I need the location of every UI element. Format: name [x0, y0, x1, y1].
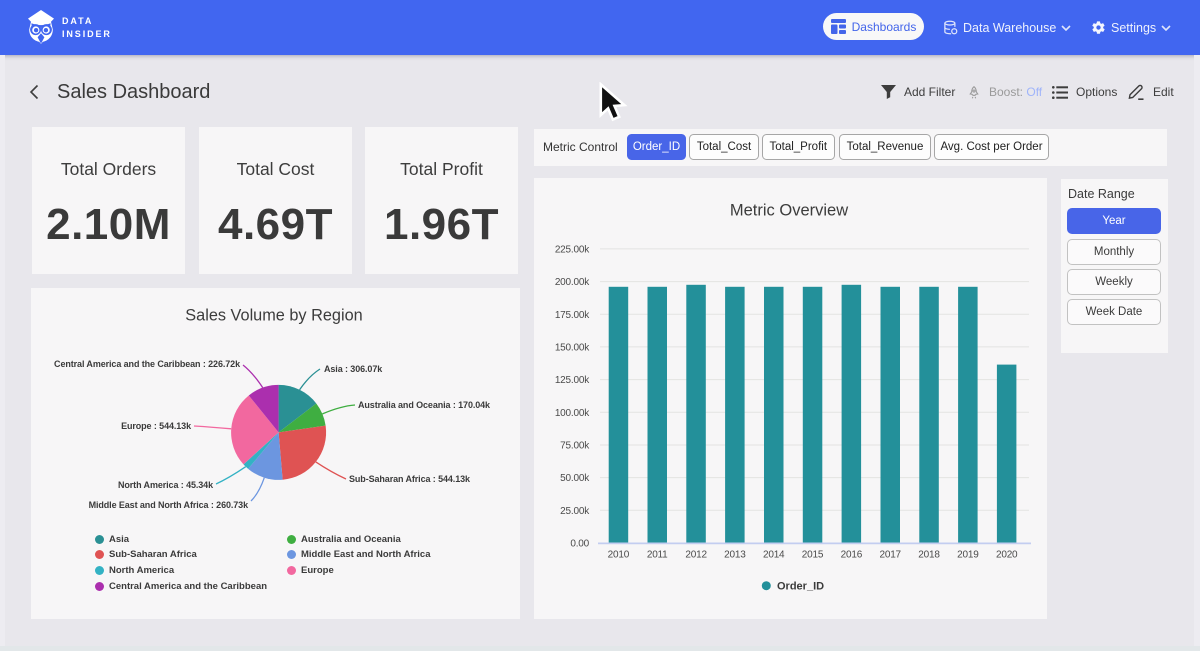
svg-text:2011: 2011 [647, 550, 668, 561]
svg-text:2012: 2012 [685, 550, 707, 561]
svg-text:150.00k: 150.00k [555, 343, 590, 354]
svg-text:2010: 2010 [608, 550, 630, 561]
svg-text:2020: 2020 [996, 550, 1018, 561]
svg-text:Order_ID: Order_ID [777, 581, 824, 593]
svg-text:175.00k: 175.00k [555, 310, 590, 321]
svg-text:2018: 2018 [918, 550, 940, 561]
svg-text:225.00k: 225.00k [555, 245, 590, 256]
svg-text:2019: 2019 [957, 550, 979, 561]
svg-text:Sales Volume by Region: Sales Volume by Region [185, 307, 362, 325]
svg-text:75.00k: 75.00k [560, 441, 590, 452]
svg-text:200.00k: 200.00k [555, 277, 590, 288]
svg-text:Metric Overview: Metric Overview [730, 202, 848, 220]
svg-text:50.00k: 50.00k [560, 473, 590, 484]
svg-text:2013: 2013 [724, 550, 746, 561]
svg-text:100.00k: 100.00k [555, 408, 590, 419]
svg-text:2014: 2014 [763, 550, 785, 561]
svg-text:25.00k: 25.00k [560, 506, 590, 517]
svg-text:2015: 2015 [802, 550, 824, 561]
svg-text:2016: 2016 [841, 550, 863, 561]
svg-text:2017: 2017 [879, 550, 901, 561]
svg-text:0.00: 0.00 [570, 539, 589, 550]
svg-text:125.00k: 125.00k [555, 375, 590, 386]
